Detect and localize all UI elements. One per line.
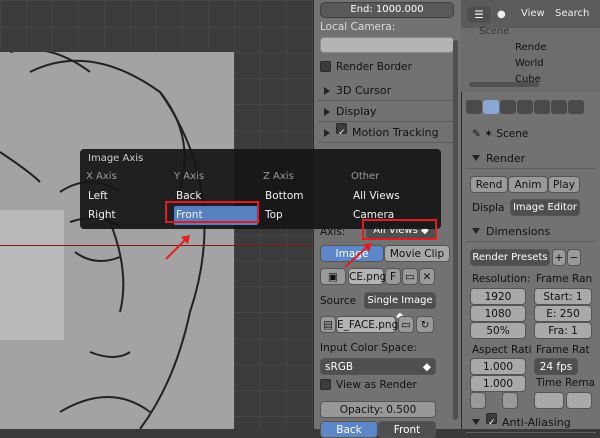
outliner-editor-icon[interactable]: ☰ <box>467 6 491 23</box>
crop-toggle[interactable] <box>502 392 518 409</box>
object-tab-icon[interactable] <box>551 100 567 114</box>
scene-breadcrumb: Scene <box>496 128 529 140</box>
outliner-item-render[interactable]: Rende <box>479 42 547 58</box>
play-button[interactable]: Play <box>548 176 580 193</box>
render-header[interactable]: Render <box>466 148 596 169</box>
res-percent-field[interactable]: 50% <box>470 322 526 339</box>
view-as-render-label: View as Render <box>336 379 417 391</box>
menu-item-left[interactable]: Left <box>86 187 166 206</box>
properties-panel: ✎ ✶ Scene Render Rend Anim Play Displa I… <box>461 92 600 433</box>
editor-type-icon[interactable] <box>466 100 482 114</box>
source-label: Source <box>320 295 357 307</box>
z-axis-header: Z Axis <box>263 171 294 182</box>
source-movie-tab[interactable]: Movie Clip <box>384 245 450 262</box>
face-sketch <box>0 52 206 429</box>
menu-item-right[interactable]: Right <box>86 206 166 225</box>
color-space-dropdown[interactable]: sRGB ◆ <box>320 358 436 375</box>
horizon-line <box>0 245 313 246</box>
image-close-icon[interactable]: ✕ <box>419 268 435 285</box>
outliner-item-world[interactable]: World <box>479 58 547 74</box>
image-browse-button[interactable]: ▣ <box>320 268 346 285</box>
cursor-3d-header[interactable]: 3D Cursor <box>318 80 458 101</box>
frame-start-field[interactable]: Start: 1 <box>534 288 592 305</box>
animation-button[interactable]: Anim <box>508 176 548 193</box>
motion-tracking-header[interactable]: Motion Tracking <box>318 122 458 143</box>
scene-tab-icon[interactable] <box>517 100 533 114</box>
border-toggle[interactable] <box>470 392 486 409</box>
fps-dropdown[interactable]: 24 fps <box>534 358 578 375</box>
res-y-field[interactable]: 1080 <box>470 305 526 322</box>
aspect-y-field[interactable]: 1.000 <box>470 375 526 392</box>
time-new-field[interactable] <box>566 392 592 409</box>
background-image <box>0 52 234 429</box>
display-dropdown[interactable]: Image Editor <box>510 199 580 216</box>
front-highlight-box <box>165 201 259 223</box>
image-name-field[interactable]: CE.png <box>348 268 386 285</box>
add-preset-button[interactable]: + <box>552 249 566 266</box>
pin-icon[interactable]: ✎ <box>472 128 481 140</box>
opacity-slider[interactable]: Opacity: 0.500 <box>320 401 436 418</box>
display-header[interactable]: Display <box>318 101 458 122</box>
search-menu[interactable]: Search <box>555 8 589 19</box>
x-axis-column: X Axis Left Right <box>86 171 166 225</box>
layers-tab-icon[interactable] <box>500 100 516 114</box>
input-color-label: Input Color Space: <box>320 342 417 354</box>
file-path-field[interactable]: E_FACE.png <box>336 316 398 333</box>
aspect-label: Aspect Rati <box>472 344 532 356</box>
other-header: Other <box>351 171 380 182</box>
outliner: ☰ ● View Search Scene Rende World Cube <box>461 0 600 92</box>
render-border-label: Render Border <box>336 61 412 73</box>
z-axis-column: Z Axis Bottom Top <box>263 171 343 225</box>
other-column: Other All Views Camera <box>351 171 431 225</box>
back-toggle[interactable]: Back <box>320 421 378 438</box>
aspect-x-field[interactable]: 1.000 <box>470 358 526 375</box>
x-axis-header: X Axis <box>86 171 117 182</box>
view-as-render-checkbox[interactable] <box>320 379 331 390</box>
menu-item-all-views[interactable]: All Views <box>351 187 431 206</box>
render-tab-icon[interactable] <box>483 100 499 114</box>
world-tab-icon[interactable] <box>534 100 550 114</box>
front-toggle[interactable]: Front <box>378 421 436 438</box>
dimensions-header[interactable]: Dimensions <box>466 221 596 242</box>
source-dropdown[interactable]: Single Image ◆ <box>364 292 436 322</box>
outliner-item-scene[interactable]: Scene <box>479 26 547 42</box>
time-old-field[interactable] <box>534 392 564 409</box>
material-tab-icon[interactable] <box>568 100 584 114</box>
image-axis-menu: Image Axis X Axis Left Right Y Axis Back… <box>80 149 441 229</box>
local-camera-field[interactable] <box>320 37 454 53</box>
display-label: Displa <box>472 202 505 214</box>
menu-item-bottom[interactable]: Bottom <box>263 187 343 206</box>
resolution-label: Resolution: <box>472 273 531 285</box>
render-button[interactable]: Rend <box>470 176 508 193</box>
render-presets-dropdown[interactable]: Render Presets <box>470 249 550 266</box>
remove-preset-button[interactable]: − <box>567 249 581 266</box>
folder-icon[interactable]: ▭ <box>398 316 414 333</box>
axis-highlight-box <box>362 219 437 240</box>
end-frame-field[interactable]: End: 1000.000 <box>320 2 454 18</box>
frame-end-field[interactable]: E: 250 <box>534 305 592 322</box>
outliner-scrollbar[interactable] <box>469 82 539 87</box>
time-remap-label: Time Rema <box>536 377 595 389</box>
file-icon: ▤ <box>320 316 336 333</box>
frame-range-label: Frame Ran <box>536 273 593 285</box>
frame-rate-label: Frame Rat <box>536 344 590 356</box>
render-border-checkbox[interactable] <box>320 61 331 72</box>
local-camera-label: Local Camera: <box>320 21 396 33</box>
menu-title: Image Axis <box>88 153 144 164</box>
res-x-field[interactable]: 1920 <box>470 288 526 305</box>
property-tabs <box>466 100 596 118</box>
frame-step-field[interactable]: Fra: 1 <box>534 322 592 339</box>
menu-item-top[interactable]: Top <box>263 206 343 225</box>
image-open-icon[interactable]: ▭ <box>402 268 418 285</box>
y-axis-header: Y Axis <box>174 171 205 182</box>
reload-icon[interactable]: ↻ <box>416 316 434 333</box>
side-panel-scrollbar[interactable] <box>453 40 458 420</box>
view-menu[interactable]: View <box>521 8 545 19</box>
anti-aliasing-header[interactable]: Anti-Aliasing <box>466 412 596 433</box>
fake-user-button[interactable]: F <box>385 268 401 285</box>
